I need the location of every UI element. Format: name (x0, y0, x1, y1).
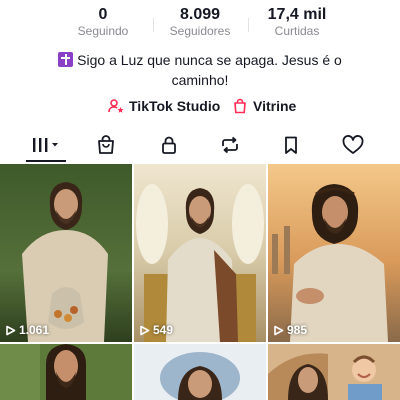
profile-bio: Sigo a Luz que nunca se apaga. Jesus é o… (30, 50, 370, 90)
profile-tabs (0, 128, 400, 162)
tab-reposts[interactable] (206, 128, 254, 162)
view-count: 1.061 (5, 323, 49, 337)
profile-links: TikTok Studio Vitrine (0, 95, 400, 117)
view-count-value: 1.061 (19, 323, 50, 337)
video-thumbnail[interactable] (0, 344, 132, 400)
video-thumbnail[interactable]: 549 (134, 164, 266, 342)
likes-count: 17,4 mil (267, 6, 327, 23)
grid-icon (33, 138, 58, 152)
play-icon (6, 325, 16, 335)
bio-text: Sigo a Luz que nunca se apaga. Jesus é o… (77, 52, 342, 88)
video-thumbnail[interactable] (134, 344, 266, 400)
view-count-value: 985 (287, 323, 308, 337)
video-thumbnail-image (268, 344, 400, 400)
shopping-bag-icon (98, 135, 114, 154)
video-thumbnail[interactable]: 985 (268, 164, 400, 342)
video-thumbnail[interactable] (268, 344, 400, 400)
play-icon (140, 325, 150, 335)
tab-videos[interactable] (22, 128, 70, 162)
profile-stats: 0 Seguindo 8.099 Seguidores 17,4 mil Cur… (0, 6, 400, 42)
tab-favorites[interactable] (267, 128, 315, 162)
video-thumbnail-image (268, 164, 400, 342)
tab-liked[interactable] (329, 128, 377, 162)
vitrine-label: Vitrine (253, 98, 297, 114)
video-grid: 1.061 549 985 (0, 164, 400, 400)
play-icon (274, 325, 284, 335)
repost-icon (222, 136, 238, 154)
video-thumbnail-image (134, 344, 266, 400)
tiktok-studio-label: TikTok Studio (129, 98, 221, 114)
lock-icon (162, 136, 176, 154)
tab-shop[interactable] (82, 128, 130, 162)
view-count-value: 549 (153, 323, 174, 337)
shopping-bag-icon (234, 98, 246, 114)
cross-icon (58, 52, 74, 67)
likes-label: Curtidas (274, 24, 320, 38)
view-count: 985 (273, 323, 307, 337)
bookmark-icon (285, 136, 297, 154)
video-thumbnail-image (0, 344, 132, 400)
tiktok-studio-link[interactable]: TikTok Studio (108, 95, 220, 117)
stat-likes[interactable]: 17,4 mil Curtidas (237, 6, 357, 39)
tab-private[interactable] (145, 128, 193, 162)
view-count: 549 (139, 323, 173, 337)
video-thumbnail-image (0, 164, 132, 342)
vitrine-link[interactable]: Vitrine (232, 95, 296, 117)
active-tab-indicator (26, 160, 66, 162)
heart-icon (342, 135, 364, 154)
video-thumbnail-image (134, 164, 266, 342)
video-thumbnail[interactable]: 1.061 (0, 164, 132, 342)
studio-icon (108, 99, 124, 113)
